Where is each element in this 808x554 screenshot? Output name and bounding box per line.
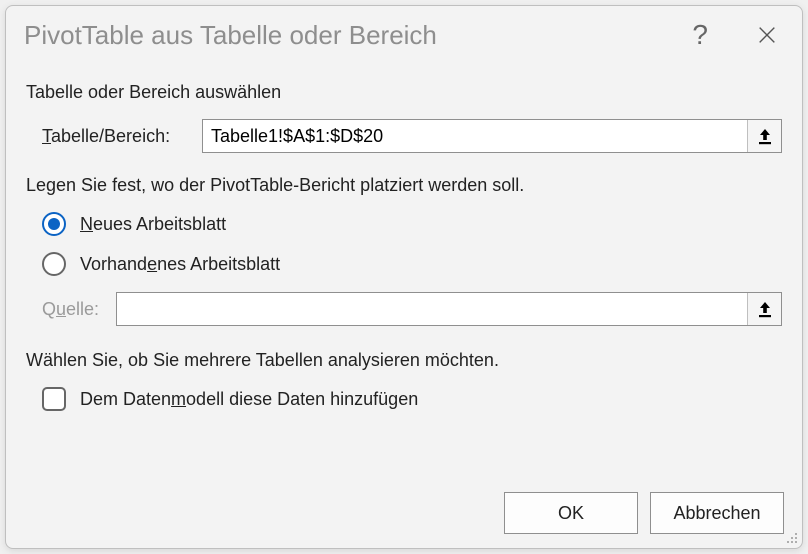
- radio-existing-worksheet-label: Vorhandenes Arbeitsblatt: [80, 254, 280, 275]
- radio-new-worksheet-row: Neues Arbeitsblatt: [42, 212, 782, 236]
- resize-grip-icon[interactable]: [786, 532, 798, 544]
- dialog-content: Tabelle oder Bereich auswählen Tabelle/B…: [6, 62, 802, 480]
- section-placement: Legen Sie fest, wo der PivotTable-Berich…: [26, 175, 782, 196]
- dialog-title: PivotTable aus Tabelle oder Bereich: [24, 20, 692, 51]
- titlebar: PivotTable aus Tabelle oder Bereich ?: [6, 6, 802, 62]
- table-range-label: Tabelle/Bereich:: [42, 126, 202, 147]
- collapse-range-button[interactable]: [747, 120, 781, 152]
- help-button[interactable]: ?: [692, 19, 708, 51]
- collapse-arrow-icon: [756, 126, 774, 146]
- datamodel-row: Dem Datenmodell diese Daten hinzufügen: [42, 387, 782, 411]
- source-input[interactable]: [117, 293, 747, 325]
- section-analyze-multiple: Wählen Sie, ob Sie mehrere Tabellen anal…: [26, 350, 782, 371]
- ok-button[interactable]: OK: [504, 492, 638, 534]
- source-row: Quelle:: [42, 292, 782, 326]
- pivot-table-dialog: PivotTable aus Tabelle oder Bereich ? Ta…: [5, 5, 803, 549]
- close-button[interactable]: [756, 24, 778, 46]
- datamodel-checkbox[interactable]: [42, 387, 66, 411]
- collapse-source-button[interactable]: [747, 293, 781, 325]
- dialog-footer: OK Abbrechen: [6, 480, 802, 548]
- collapse-arrow-icon: [756, 299, 774, 319]
- section-select-range: Tabelle oder Bereich auswählen: [26, 82, 782, 103]
- titlebar-controls: ?: [692, 19, 784, 51]
- cancel-button[interactable]: Abbrechen: [650, 492, 784, 534]
- source-input-wrap: [116, 292, 782, 326]
- table-range-input-wrap: [202, 119, 782, 153]
- radio-existing-worksheet-row: Vorhandenes Arbeitsblatt: [42, 252, 782, 276]
- radio-existing-worksheet[interactable]: [42, 252, 66, 276]
- table-range-input[interactable]: [203, 120, 747, 152]
- close-icon: [756, 24, 778, 46]
- radio-new-worksheet-label: Neues Arbeitsblatt: [80, 214, 226, 235]
- datamodel-label: Dem Datenmodell diese Daten hinzufügen: [80, 389, 418, 410]
- radio-new-worksheet[interactable]: [42, 212, 66, 236]
- table-range-row: Tabelle/Bereich:: [26, 119, 782, 153]
- source-label: Quelle:: [42, 299, 116, 320]
